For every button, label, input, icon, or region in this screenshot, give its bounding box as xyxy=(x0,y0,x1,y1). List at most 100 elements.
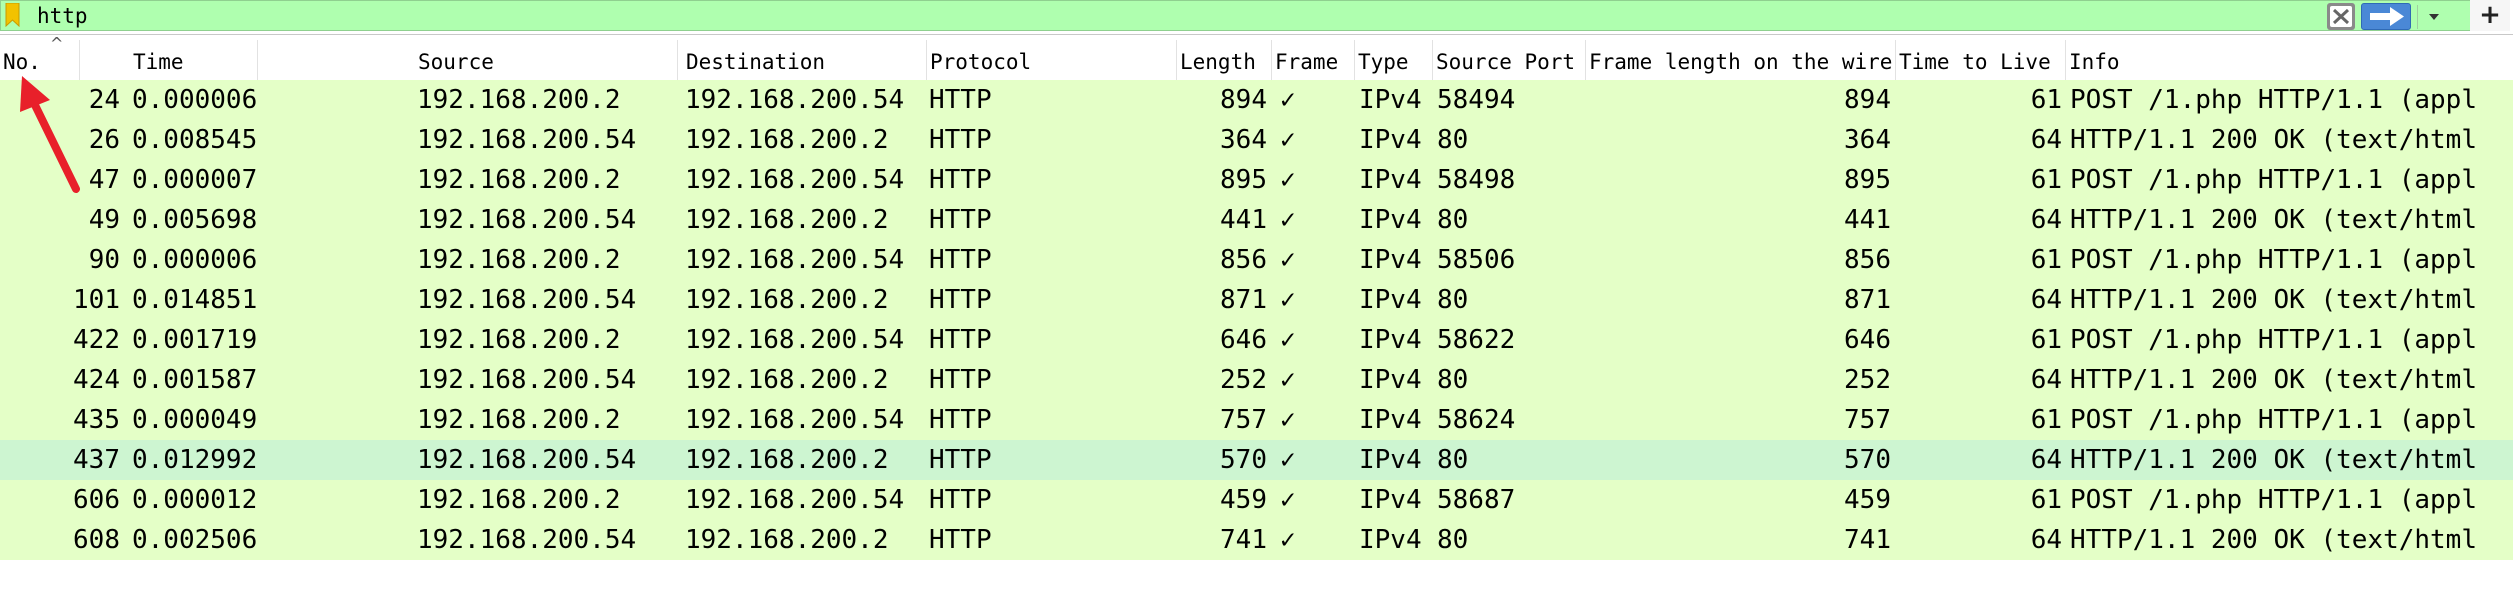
cell-source: 192.168.200.2 xyxy=(417,485,621,515)
table-row[interactable]: 49 0.005698 192.168.200.54 192.168.200.2 HTT… xyxy=(0,200,2513,240)
cell-length: 856 xyxy=(1220,245,1267,275)
table-row[interactable]: 47 0.000007 192.168.200.2 192.168.200.54 HTT… xyxy=(0,160,2513,200)
add-filter-button[interactable]: + xyxy=(2470,0,2510,31)
cell-length: 570 xyxy=(1220,445,1267,475)
cell-type: IPv4 xyxy=(1359,125,1422,155)
cell-source-port: 80 xyxy=(1437,205,1469,235)
cell-destination: 192.168.200.2 xyxy=(685,205,889,235)
cell-frame-check: ✓ xyxy=(1280,165,1296,195)
cell-length: 646 xyxy=(1220,325,1267,355)
table-row[interactable]: 608 0.002506 192.168.200.54 192.168.200.2 HT… xyxy=(0,520,2513,560)
cell-frame-length-on-wire: 741 xyxy=(1844,525,1891,555)
cell-time: 0.012992 xyxy=(132,445,258,475)
cell-frame-length-on-wire: 895 xyxy=(1844,165,1891,195)
cell-type: IPv4 xyxy=(1359,285,1422,315)
column-header-type[interactable]: Type xyxy=(1355,40,1433,80)
cell-time: 0.001719 xyxy=(132,325,258,355)
cell-info: POST /1.php HTTP/1.1 (appl xyxy=(2070,325,2477,355)
cell-type: IPv4 xyxy=(1359,445,1422,475)
chevron-down-icon xyxy=(2429,14,2439,20)
cell-type: IPv4 xyxy=(1359,485,1422,515)
column-header-frame[interactable]: Frame xyxy=(1272,40,1355,80)
cell-protocol: HTTP xyxy=(929,85,992,115)
column-header-frame-length-on-wire[interactable]: Frame length on the wire xyxy=(1586,40,1896,80)
column-header-source-port[interactable]: Source Port xyxy=(1433,40,1586,80)
cell-ttl: 61 xyxy=(2030,245,2062,275)
apply-filter-button[interactable] xyxy=(2361,3,2411,30)
cell-source: 192.168.200.54 xyxy=(417,125,637,155)
clear-filter-button[interactable] xyxy=(2327,3,2355,30)
cell-time: 0.002506 xyxy=(132,525,258,555)
cell-frame-length-on-wire: 646 xyxy=(1844,325,1891,355)
cell-destination: 192.168.200.54 xyxy=(685,165,905,195)
filter-input[interactable] xyxy=(37,3,2317,29)
cell-no: 424 xyxy=(73,365,120,395)
column-header-length[interactable]: Length xyxy=(1177,40,1272,80)
cell-type: IPv4 xyxy=(1359,245,1422,275)
column-header-source[interactable]: Source xyxy=(415,40,678,80)
cell-no: 606 xyxy=(73,485,120,515)
cell-protocol: HTTP xyxy=(929,205,992,235)
cell-frame-length-on-wire: 894 xyxy=(1844,85,1891,115)
display-filter-field[interactable] xyxy=(0,0,2478,31)
cell-type: IPv4 xyxy=(1359,165,1422,195)
cell-destination: 192.168.200.54 xyxy=(685,485,905,515)
table-row[interactable]: 101 0.014851 192.168.200.54 192.168.200.2 HT… xyxy=(0,280,2513,320)
column-header-time[interactable]: Time xyxy=(130,40,258,80)
cell-source: 192.168.200.54 xyxy=(417,525,637,555)
arrow-right-icon xyxy=(2370,7,2404,26)
table-row[interactable]: 24 0.000006 192.168.200.2 192.168.200.54 HTT… xyxy=(0,80,2513,120)
cell-time: 0.000007 xyxy=(132,165,258,195)
cell-destination: 192.168.200.2 xyxy=(685,365,889,395)
cell-destination: 192.168.200.54 xyxy=(685,405,905,435)
column-header-ttl[interactable]: Time to Live xyxy=(1896,40,2066,80)
table-row[interactable]: 26 0.008545 192.168.200.54 192.168.200.2 HTT… xyxy=(0,120,2513,160)
cell-protocol: HTTP xyxy=(929,485,992,515)
cell-source: 192.168.200.2 xyxy=(417,245,621,275)
cell-frame-check: ✓ xyxy=(1280,245,1296,275)
cell-destination: 192.168.200.54 xyxy=(685,85,905,115)
clear-icon xyxy=(2330,6,2352,27)
cell-ttl: 64 xyxy=(2030,525,2062,555)
cell-length: 757 xyxy=(1220,405,1267,435)
cell-time: 0.000006 xyxy=(132,245,258,275)
column-header-info[interactable]: Info xyxy=(2066,40,2513,80)
column-header-protocol[interactable]: Protocol xyxy=(927,40,1177,80)
table-row[interactable]: 606 0.000012 192.168.200.2 192.168.200.54 HT… xyxy=(0,480,2513,520)
cell-source-port: 58494 xyxy=(1437,85,1516,115)
table-row-selected[interactable]: 437 0.012992 192.168.200.54 192.168.200.2 HT… xyxy=(0,440,2513,480)
cell-frame-length-on-wire: 871 xyxy=(1844,285,1891,315)
table-row[interactable]: 424 0.001587 192.168.200.54 192.168.200.2 HT… xyxy=(0,360,2513,400)
table-row[interactable]: 422 0.001719 192.168.200.2 192.168.200.54 HT… xyxy=(0,320,2513,360)
filter-history-dropdown[interactable] xyxy=(2417,5,2450,29)
cell-source: 192.168.200.54 xyxy=(417,445,637,475)
bookmark-icon[interactable] xyxy=(5,3,20,27)
cell-source: 192.168.200.2 xyxy=(417,165,621,195)
cell-no: 422 xyxy=(73,325,120,355)
cell-protocol: HTTP xyxy=(929,245,992,275)
cell-frame-check: ✓ xyxy=(1280,205,1296,235)
cell-source-port: 80 xyxy=(1437,285,1469,315)
cell-frame-check: ✓ xyxy=(1280,285,1296,315)
cell-length: 441 xyxy=(1220,205,1267,235)
table-row[interactable]: 435 0.000049 192.168.200.2 192.168.200.54 HT… xyxy=(0,400,2513,440)
cell-frame-length-on-wire: 441 xyxy=(1844,205,1891,235)
cell-frame-check: ✓ xyxy=(1280,405,1296,435)
cell-source-port: 80 xyxy=(1437,445,1469,475)
cell-source-port: 58624 xyxy=(1437,405,1516,435)
cell-length: 871 xyxy=(1220,285,1267,315)
column-header-destination[interactable]: Destination xyxy=(683,40,927,80)
red-annotation-arrow xyxy=(20,76,80,193)
cell-ttl: 61 xyxy=(2030,165,2062,195)
cell-protocol: HTTP xyxy=(929,405,992,435)
cell-info: POST /1.php HTTP/1.1 (appl xyxy=(2070,165,2477,195)
cell-source-port: 80 xyxy=(1437,365,1469,395)
cell-protocol: HTTP xyxy=(929,165,992,195)
cell-info: HTTP/1.1 200 OK (text/html xyxy=(2070,205,2477,235)
cell-info: HTTP/1.1 200 OK (text/html xyxy=(2070,445,2477,475)
cell-frame-check: ✓ xyxy=(1280,365,1296,395)
cell-no: 101 xyxy=(73,285,120,315)
cell-source: 192.168.200.54 xyxy=(417,205,637,235)
table-row[interactable]: 90 0.000006 192.168.200.2 192.168.200.54 HTT… xyxy=(0,240,2513,280)
cell-frame-check: ✓ xyxy=(1280,485,1296,515)
